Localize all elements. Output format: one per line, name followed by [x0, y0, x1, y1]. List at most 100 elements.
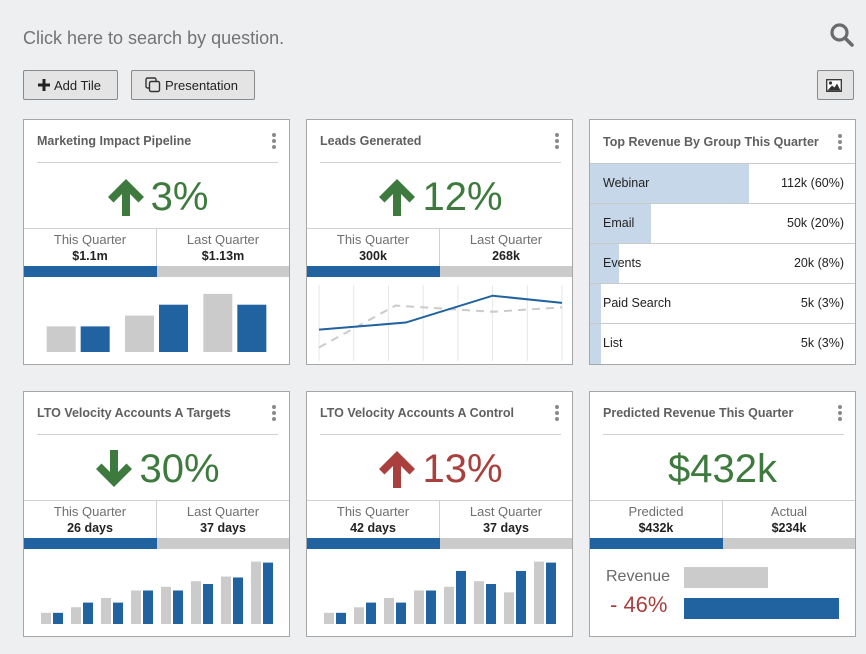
- bar-last-quarter: [221, 576, 231, 624]
- kpi-value: 30%: [139, 447, 220, 491]
- more-options-icon[interactable]: [553, 133, 561, 149]
- arrow-up-icon: [107, 179, 144, 216]
- more-options-icon[interactable]: [836, 405, 844, 421]
- stat-value: 300k: [359, 249, 387, 263]
- bar-last-quarter: [414, 590, 424, 624]
- tile-marketing-impact-pipeline[interactable]: Marketing Impact Pipeline 3% This Quarte…: [23, 119, 290, 365]
- last-quarter-stat: Last Quarter $1.13m: [156, 229, 289, 266]
- more-options-icon[interactable]: [553, 405, 561, 421]
- stat-label: Last Quarter: [186, 232, 260, 247]
- bar-this-quarter: [426, 590, 436, 624]
- bar-last-quarter: [324, 612, 334, 624]
- bar-last-quarter: [354, 607, 364, 624]
- tile-top-revenue-by-group[interactable]: Top Revenue By Group This Quarter Webina…: [589, 119, 856, 365]
- revenue-group-row[interactable]: Paid Search 5k (3%): [590, 284, 855, 324]
- bar-last-quarter: [191, 581, 201, 624]
- more-options-icon[interactable]: [836, 133, 844, 150]
- stat-label: Last Quarter: [469, 504, 543, 519]
- progress-fill-this: [307, 538, 440, 549]
- revenue-group-row[interactable]: Webinar 112k (60%): [590, 164, 855, 204]
- bar-chart: [324, 561, 556, 624]
- search-icon[interactable]: [829, 22, 855, 48]
- kpi-value: 12%: [422, 175, 503, 219]
- progress-fill-this: [24, 266, 157, 277]
- stat-value: $432k: [638, 521, 674, 535]
- stat-label: This Quarter: [336, 504, 410, 519]
- copy-icon: [145, 77, 161, 93]
- bar-this-quarter: [516, 570, 526, 624]
- progress-fill-last: [156, 266, 289, 277]
- progress-fill-last: [439, 538, 572, 549]
- image-export-button[interactable]: [817, 70, 854, 100]
- bar-this-quarter: [336, 612, 346, 624]
- bar-this-quarter: [366, 602, 376, 624]
- tile-lto-velocity-control[interactable]: LTO Velocity Accounts A Control 13% This…: [306, 391, 573, 637]
- bar-chart: [41, 561, 273, 624]
- arrow-down-icon: [96, 450, 133, 487]
- bar-this-quarter: [203, 583, 213, 624]
- tile-title: Leads Generated: [320, 134, 422, 148]
- revenue-group-label: Email: [603, 216, 635, 230]
- revenue-share-fill: [590, 324, 601, 364]
- plus-icon: [38, 79, 50, 91]
- bar-this-quarter: [237, 304, 267, 352]
- bar-last-quarter: [41, 612, 51, 624]
- comparison-progress-bar: [24, 538, 289, 549]
- revenue-group-value: 5k (3%): [800, 296, 844, 310]
- tile-lto-velocity-targets[interactable]: LTO Velocity Accounts A Targets 30% This…: [23, 391, 290, 637]
- revenue-label: Revenue: [606, 568, 671, 585]
- add-tile-label: Add Tile: [54, 77, 101, 93]
- tile-title: Marketing Impact Pipeline: [37, 134, 192, 148]
- last-quarter-stat: Last Quarter 37 days: [439, 501, 572, 538]
- arrow-up-icon: [379, 179, 416, 216]
- line-this-quarter: [318, 294, 563, 331]
- bar-this-quarter: [143, 590, 153, 624]
- bar-last-quarter: [504, 592, 514, 624]
- search-bar[interactable]: Click here to search by question.: [23, 28, 284, 49]
- last-quarter-stat: Last Quarter 268k: [439, 229, 572, 266]
- bar-last-quarter: [203, 293, 233, 352]
- bar-this-quarter: [113, 602, 123, 624]
- bar-this-quarter: [173, 590, 183, 624]
- stat-value: 268k: [492, 249, 520, 263]
- revenue-group-row[interactable]: Events 20k (8%): [590, 244, 855, 284]
- stat-label: Last Quarter: [469, 232, 543, 247]
- revenue-group-label: Webinar: [603, 176, 650, 190]
- tile-title: LTO Velocity Accounts A Targets: [37, 406, 231, 420]
- tile-leads-generated[interactable]: Leads Generated 12% This Quarter 300k La…: [306, 119, 573, 365]
- bar-last-quarter: [101, 597, 111, 624]
- actual-revenue-bar: [684, 567, 768, 588]
- bar-this-quarter: [486, 583, 496, 624]
- this-quarter-stat: This Quarter 300k: [307, 229, 439, 266]
- image-icon: [825, 78, 842, 92]
- stat-value: $1.1m: [72, 249, 108, 263]
- more-options-icon[interactable]: [270, 133, 278, 149]
- progress-fill-this: [590, 538, 723, 549]
- stat-label: Predicted: [628, 504, 684, 519]
- bar-this-quarter: [83, 602, 93, 624]
- bar-last-quarter: [161, 586, 171, 624]
- add-tile-button[interactable]: Add Tile: [23, 70, 118, 100]
- tile-predicted-revenue[interactable]: Predicted Revenue This Quarter $432k Pre…: [589, 391, 856, 637]
- tile-title: Top Revenue By Group This Quarter: [603, 134, 819, 149]
- stat-label: This Quarter: [336, 232, 410, 247]
- bar-last-quarter: [251, 561, 261, 624]
- bar-this-quarter: [233, 577, 243, 624]
- more-options-icon[interactable]: [270, 405, 278, 421]
- presentation-button[interactable]: Presentation: [131, 70, 255, 100]
- revenue-group-row[interactable]: List 5k (3%): [590, 324, 855, 364]
- bar-this-quarter: [80, 326, 110, 352]
- bar-last-quarter: [71, 607, 81, 624]
- stat-label: This Quarter: [53, 232, 127, 247]
- this-quarter-stat: This Quarter $1.1m: [24, 229, 156, 266]
- revenue-group-row[interactable]: Email 50k (20%): [590, 204, 855, 244]
- stat-value: 42 days: [350, 521, 396, 535]
- stat-value: $1.13m: [201, 249, 245, 263]
- actual-stat: Actual $234k: [722, 501, 855, 538]
- revenue-group-label: List: [603, 336, 623, 350]
- line-chart: [318, 285, 563, 361]
- bar-last-quarter: [444, 586, 454, 624]
- revenue-group-value: 112k (60%): [781, 176, 844, 190]
- progress-fill-last: [722, 538, 855, 549]
- bar-this-quarter: [396, 602, 406, 624]
